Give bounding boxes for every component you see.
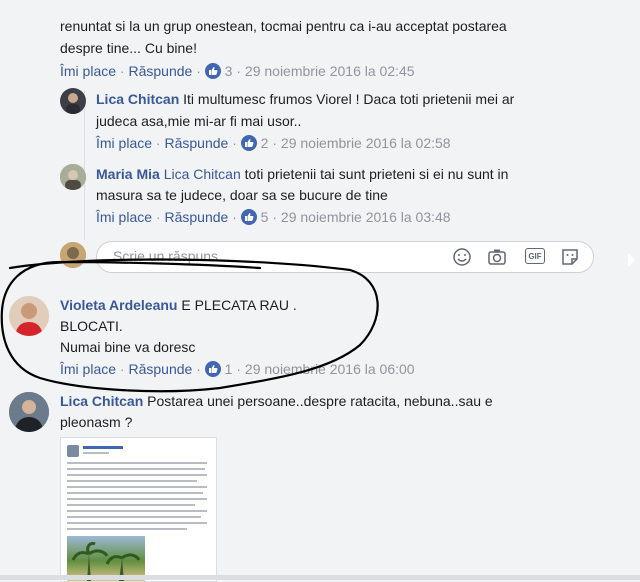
comment-text: Postarea unei persoane..despre ratacita,… xyxy=(147,393,493,409)
thumbnail-text-line xyxy=(67,480,197,482)
thumbnail-avatar xyxy=(67,445,79,457)
thumbnail-text-line xyxy=(67,474,207,476)
thumbnail-text-line xyxy=(67,468,205,470)
comment-text-line: pleonasm ? xyxy=(60,414,133,430)
thumbnail-text-line xyxy=(67,516,201,518)
comments-panel: renuntat si la un grup onestean, tocmai … xyxy=(0,0,635,582)
thumbnail-text-line xyxy=(67,486,207,488)
thumbnail-text-line xyxy=(67,498,207,500)
comment-text-line: Lica Chitcan Postarea unei persoane..des… xyxy=(60,391,493,411)
author-name[interactable]: Lica Chitcan xyxy=(60,393,143,409)
bottom-edge xyxy=(0,575,640,580)
screenshot-thumbnail[interactable] xyxy=(60,437,217,582)
thumbnail-text-line xyxy=(67,528,187,530)
thumbnail-text-line xyxy=(67,522,207,524)
thumbnail-text-line xyxy=(67,510,207,512)
thumbnail-author-line xyxy=(83,446,123,449)
user-avatar[interactable] xyxy=(9,392,49,432)
thumbnail-text-line xyxy=(67,504,195,506)
thumbnail-text-line xyxy=(67,492,203,494)
panel-pointer xyxy=(628,253,635,267)
thumbnail-text-line xyxy=(67,462,207,464)
thumbnail-meta-line xyxy=(83,452,109,454)
